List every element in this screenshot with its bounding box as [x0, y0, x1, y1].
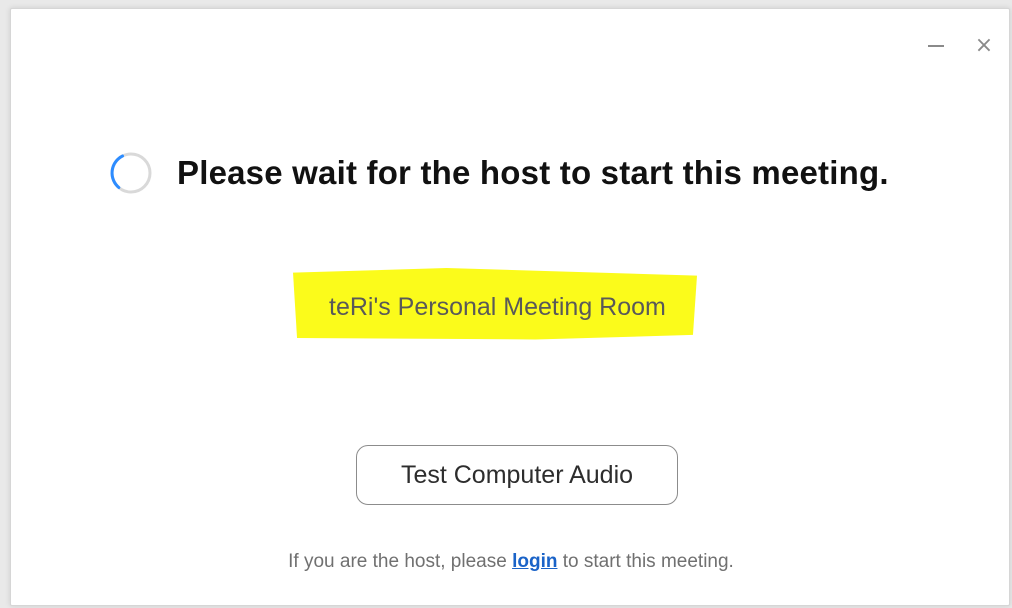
host-login-prompt: If you are the host, please login to sta…	[11, 551, 1011, 573]
loading-spinner-icon	[110, 152, 152, 194]
login-link[interactable]: login	[512, 551, 557, 572]
host-prompt-prefix: If you are the host, please	[288, 551, 513, 572]
close-button[interactable]: ×	[973, 35, 995, 57]
status-row: Please wait for the host to start this m…	[109, 151, 889, 195]
window-controls: ×	[925, 35, 995, 57]
minimize-button[interactable]	[925, 35, 947, 57]
meeting-room-name: teRi's Personal Meeting Room	[329, 293, 666, 321]
close-icon: ×	[974, 33, 994, 58]
test-computer-audio-button[interactable]: Test Computer Audio	[356, 445, 678, 505]
waiting-message: Please wait for the host to start this m…	[177, 154, 889, 191]
waiting-room-dialog: × Please wait for the host to start this…	[10, 8, 1010, 606]
host-prompt-suffix: to start this meeting.	[557, 551, 734, 572]
minimize-icon	[928, 45, 944, 47]
